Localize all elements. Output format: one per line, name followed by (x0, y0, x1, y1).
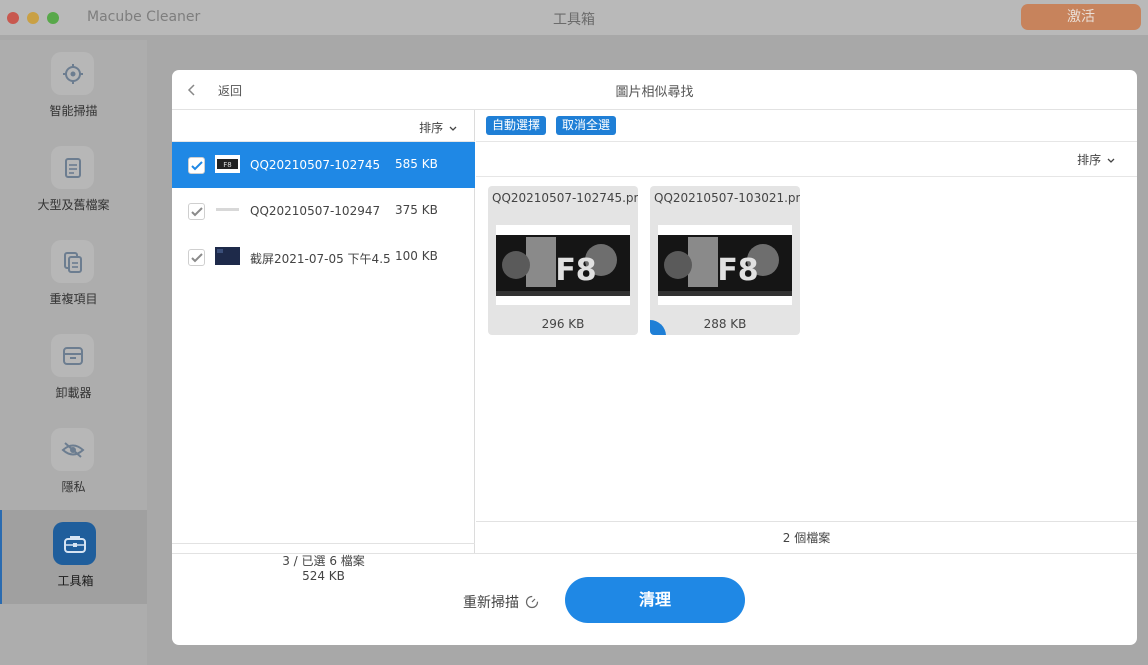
file-row[interactable]: F8 QQ20210507-102745 585 KB (172, 142, 475, 188)
title-bar: Macube Cleaner 工具箱 激活 (0, 0, 1148, 35)
svg-text:F8: F8 (223, 161, 231, 169)
image-file-size: 296 KB (541, 317, 585, 331)
duplicate-icon (51, 240, 94, 283)
auto-select-button[interactable]: 自動選擇 (486, 116, 547, 135)
similar-image-finder-dialog: 返回 圖片相似尋找 排序 F8 QQ20210507-102745 585 KB… (172, 70, 1137, 645)
sidebar-item-label: 大型及舊檔案 (37, 198, 110, 212)
sidebar-item-privacy[interactable]: 隱私 (0, 416, 147, 510)
sidebar-item-label: 重複項目 (49, 292, 98, 306)
refresh-icon (526, 595, 539, 609)
image-preview: F8 (496, 225, 630, 305)
chevron-down-icon (449, 126, 457, 131)
clean-button[interactable]: 清理 (565, 577, 745, 623)
file-name: 截屏2021-07-05 下午4.51 (250, 252, 390, 266)
eye-slash-icon (51, 428, 94, 471)
svg-text:F8: F8 (555, 253, 596, 288)
activate-button[interactable]: 激活 (1021, 4, 1141, 30)
file-name: QQ20210507-102745 (250, 158, 381, 172)
image-file-size: 288 KB (703, 317, 747, 331)
image-file-name: QQ20210507-103021.png (654, 191, 800, 205)
toolbox-icon (53, 522, 96, 565)
archive-box-icon (51, 334, 94, 377)
image-thumbnail (215, 247, 240, 265)
sidebar: 智能掃描 大型及舊檔案 重複項目 卸載器 隱私 工具箱 (0, 40, 147, 665)
file-size: 100 KB (395, 249, 438, 263)
image-count: 2 個檔案 (476, 521, 1137, 553)
sort-label: 排序 (1077, 153, 1102, 167)
chevron-down-icon (1107, 158, 1115, 163)
sort-label: 排序 (419, 121, 444, 135)
sidebar-item-label: 隱私 (61, 480, 86, 494)
deselect-all-button[interactable]: 取消全選 (556, 116, 617, 135)
file-row[interactable]: QQ20210507-102947 375 KB (172, 188, 475, 234)
target-icon (51, 52, 94, 95)
checkmark-icon (191, 253, 203, 263)
file-name: QQ20210507-102947 (250, 204, 381, 218)
sidebar-item-large-old-files[interactable]: 大型及舊檔案 (0, 134, 147, 228)
file-list-panel: 排序 F8 QQ20210507-102745 585 KB QQ2021050… (172, 110, 475, 583)
sidebar-item-smart-scan[interactable]: 智能掃描 (0, 40, 147, 134)
window-title: 工具箱 (553, 12, 595, 28)
action-bar: 重新掃描 清理 (172, 553, 1137, 645)
rescan-label: 重新掃描 (463, 595, 519, 611)
sort-bar (476, 142, 1137, 177)
image-card[interactable]: QQ20210507-102745.png F8 296 KB (488, 186, 638, 335)
svg-text:F8: F8 (717, 253, 758, 288)
image-preview: F8 (658, 225, 792, 305)
file-size: 585 KB (395, 157, 438, 171)
file-row[interactable]: 截屏2021-07-05 下午4.51 100 KB (172, 234, 475, 280)
sidebar-item-duplicates[interactable]: 重複項目 (0, 228, 147, 322)
rescan-button[interactable]: 重新掃描 (463, 592, 539, 612)
document-icon (51, 146, 94, 189)
dialog-title: 圖片相似尋找 (615, 85, 694, 100)
sort-dropdown[interactable]: 排序 (1077, 151, 1115, 168)
similar-images-panel: 自動選擇 取消全選 排序 QQ20210507-102745.png F8 29… (476, 110, 1137, 553)
sort-dropdown[interactable]: 排序 (419, 119, 457, 136)
sidebar-item-uninstaller[interactable]: 卸載器 (0, 322, 147, 416)
image-card[interactable]: QQ20210507-103021.png F8 288 KB (650, 186, 800, 335)
dialog-header: 返回 圖片相似尋找 (172, 70, 1137, 110)
checkmark-icon (191, 161, 203, 171)
sidebar-item-label: 卸載器 (55, 386, 92, 400)
file-size: 375 KB (395, 203, 438, 217)
file-list-toolbar: 排序 (172, 110, 475, 142)
sidebar-item-label: 工具箱 (57, 574, 94, 588)
image-file-name: QQ20210507-102745.png (492, 191, 638, 205)
sidebar-item-label: 智能掃描 (49, 104, 98, 118)
similar-images-toolbar: 自動選擇 取消全選 (476, 110, 1137, 142)
checkmark-icon (191, 207, 203, 217)
file-checkbox[interactable] (188, 203, 205, 220)
sidebar-item-toolbox[interactable]: 工具箱 (0, 510, 147, 604)
file-checkbox[interactable] (188, 249, 205, 266)
image-thumbnail (215, 201, 240, 219)
image-thumbnail: F8 (215, 155, 240, 173)
file-checkbox[interactable] (188, 157, 205, 174)
